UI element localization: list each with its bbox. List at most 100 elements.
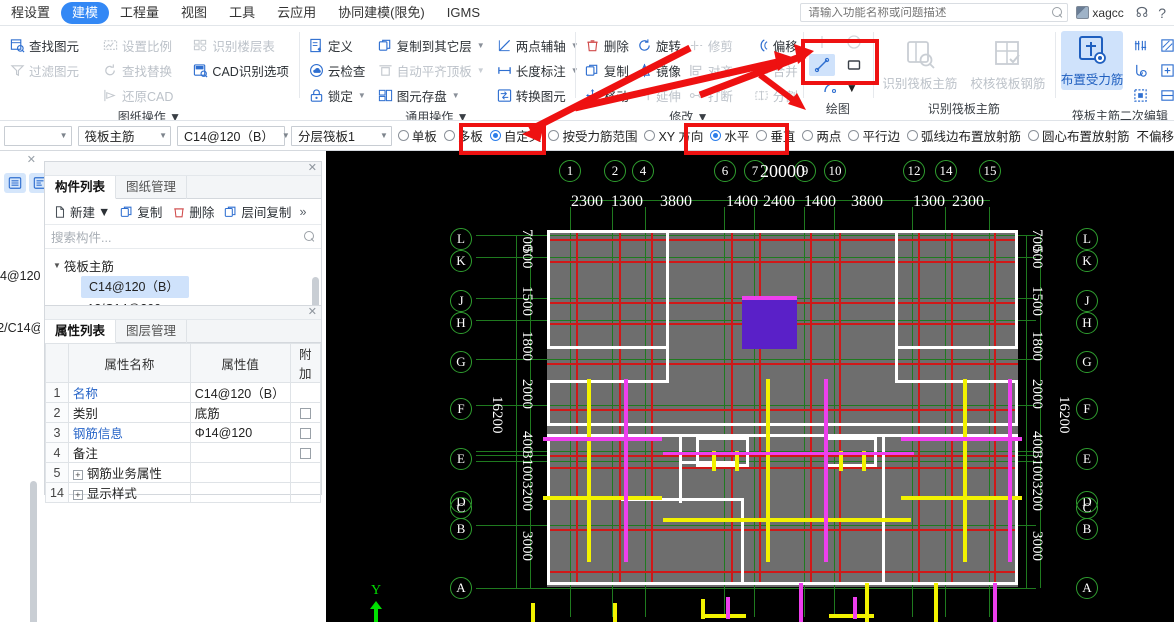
table-row[interactable]: 5 + 钢筋业务属性 [45, 462, 322, 483]
cmd-cloud-check[interactable]: 云检查 [305, 58, 370, 83]
chevron-down-icon[interactable]: ▼ [159, 131, 167, 140]
cmd-extend[interactable]: 延伸 [633, 83, 685, 108]
draw-tool-arc[interactable] [818, 77, 844, 99]
cmd-move[interactable]: 移动 [581, 83, 633, 108]
radio-parallel-edge[interactable]: 平行边 [848, 126, 900, 145]
cmd-rotate[interactable]: 旋转 [633, 33, 685, 58]
floor-combo[interactable]: ▼ [4, 125, 72, 146]
cmd-align[interactable]: 对齐 ▼ [685, 58, 750, 83]
question-mark-icon[interactable]: ? [1158, 5, 1166, 21]
cmd-merge[interactable]: 合并 [750, 58, 802, 83]
axis-bubble-right-4[interactable]: G [1076, 351, 1098, 373]
rebar-pair-icon[interactable] [1127, 33, 1153, 57]
draw-tool-point[interactable] [809, 31, 835, 53]
chevron-down-icon[interactable]: ▼ [477, 41, 485, 50]
menu-item-2[interactable]: 工程量 [109, 2, 170, 24]
cmd-cad-options[interactable]: CAD识别选项 [189, 58, 292, 83]
cmd-identify-raft-rebar[interactable]: 识别筏板主筋 [879, 35, 961, 94]
cmd-set-scale[interactable]: 设置比例 [99, 33, 177, 58]
tab-drawing-management[interactable]: 图纸管理 [116, 176, 188, 199]
layer-combo[interactable]: 分层筏板1 ▼ [291, 125, 392, 146]
axis-bubble-top-9[interactable]: 15 [979, 160, 1001, 182]
component-type-combo[interactable]: 筏板主筋 ▼ [77, 125, 171, 146]
cmd-mirror[interactable]: 镜像 [633, 58, 685, 83]
table-row[interactable]: 3 钢筋信息 Φ14@120 [45, 422, 322, 443]
cmd-lock[interactable]: 锁定 ▼ [305, 83, 370, 108]
dashed-box-icon[interactable] [1127, 83, 1153, 107]
axis-bubble-left-0[interactable]: L [450, 228, 472, 250]
cmd-two-point-axis[interactable]: 两点辅轴 ▼ [493, 33, 583, 58]
axis-bubble-right-2[interactable]: J [1076, 290, 1098, 312]
axis-bubble-top-0[interactable]: 1 [559, 160, 581, 182]
cmd-length-dim[interactable]: 长度标注 ▼ [493, 58, 583, 83]
axis-bubble-left-6[interactable]: E [450, 448, 472, 470]
cmd-split[interactable]: 分割 [750, 83, 802, 108]
axis-bubble-top-6[interactable]: 10 [824, 160, 846, 182]
axis-bubble-right-8[interactable]: C [1076, 497, 1098, 519]
table-row[interactable]: 14 + 显示样式 [45, 482, 322, 503]
tree-item-c14-120b[interactable]: C14@120（B） [81, 276, 189, 298]
chevron-down-icon[interactable]: ▼ [169, 110, 181, 120]
row-value[interactable] [189, 442, 291, 463]
menu-item-6[interactable]: 协同建模(限免) [327, 2, 436, 24]
ribbon-group-title[interactable]: 图纸操作 ▼ [6, 108, 293, 120]
radio-xy-direction[interactable]: XY 方向 [644, 126, 703, 145]
radio-two-point[interactable]: 两点 [802, 126, 841, 145]
draw-tool-circle[interactable] [841, 31, 867, 53]
radio-custom[interactable]: 自定义 [489, 126, 541, 145]
cmd-break[interactable]: 打断 [685, 83, 750, 108]
component-name-combo[interactable]: C14@120（B） ▼ [177, 125, 290, 146]
row-value[interactable]: C14@120（B） [189, 382, 291, 403]
menu-item-3[interactable]: 视图 [170, 2, 218, 24]
attach-checkbox[interactable] [299, 427, 311, 439]
axis-bubble-right-5[interactable]: F [1076, 398, 1098, 420]
chevron-down-icon[interactable]: ▼ [358, 91, 366, 100]
cmd-filter-element[interactable]: 过滤图元 [6, 58, 83, 83]
menu-item-0[interactable]: 程设置 [0, 2, 61, 24]
cmd-copy[interactable]: 复制 [581, 58, 633, 83]
cmd-trim[interactable]: 修剪 [685, 33, 750, 58]
axis-bubble-top-3[interactable]: 6 [714, 160, 736, 182]
rebar-query-icon[interactable] [1127, 58, 1153, 82]
axis-bubble-left-3[interactable]: H [450, 312, 472, 334]
expand-icon[interactable]: + [72, 490, 83, 500]
cmd-place-stress-rebar[interactable]: 布置受力筋 [1060, 31, 1124, 90]
radio-single-plate[interactable]: 单板 [397, 126, 437, 145]
cmd-restore-cad[interactable]: 还原CAD [99, 83, 177, 108]
tab-property-list[interactable]: 属性列表 [45, 320, 117, 343]
cmd-check-raft-rebar[interactable]: 校核筏板钢筋 [967, 35, 1049, 94]
row-value[interactable]: 底筋 [189, 402, 291, 423]
chevron-down-icon[interactable]: ▼ [477, 66, 485, 75]
selected-rebar-highlight[interactable] [742, 299, 797, 349]
menu-item-4[interactable]: 工具 [218, 2, 266, 24]
chevron-down-icon[interactable]: ▼ [60, 131, 68, 140]
tree-group-raft-rebar[interactable]: ▼ 筏板主筋 [45, 254, 321, 276]
copy-component-button[interactable]: 复制 [116, 200, 166, 223]
cmd-auto-align-top[interactable]: 自动平齐顶板 ▼ [374, 58, 489, 83]
axis-bubble-right-1[interactable]: K [1076, 250, 1098, 272]
row-value[interactable]: Φ14@120 [189, 422, 291, 443]
axis-bubble-left-2[interactable]: J [450, 290, 472, 312]
more-chevrons-icon[interactable]: » [297, 205, 308, 219]
attach-checkbox[interactable] [299, 447, 311, 459]
axis-bubble-left-1[interactable]: K [450, 250, 472, 272]
cmd-identify-floor-table[interactable]: 识别楼层表 [189, 33, 292, 58]
axis-bubble-left-8[interactable]: C [450, 497, 472, 519]
radio-horizontal[interactable]: 水平 [710, 126, 749, 145]
chevron-down-icon[interactable]: ▼ [380, 131, 388, 140]
axis-bubble-right-9[interactable]: B [1076, 518, 1098, 540]
close-icon[interactable]: ✕ [308, 161, 317, 175]
cmd-save-element[interactable]: 图元存盘 ▼ [374, 83, 489, 108]
radio-vertical[interactable]: 垂直 [756, 126, 795, 145]
inter-layer-copy-button[interactable]: 层间复制 [220, 200, 295, 223]
new-component-button[interactable]: 新建 ▼ [49, 200, 114, 223]
axis-bubble-left-9[interactable]: B [450, 518, 472, 540]
ribbon-group-title[interactable]: 通用操作 ▼ [305, 108, 569, 120]
chat-bubble-icon[interactable]: ☊ [1136, 4, 1148, 21]
chevron-down-icon[interactable]: ▼ [738, 66, 746, 75]
menu-item-7[interactable]: IGMS [436, 2, 491, 24]
global-search[interactable] [800, 3, 1069, 22]
axis-bubble-top-7[interactable]: 12 [903, 160, 925, 182]
list-view-icon[interactable] [4, 173, 26, 193]
cmd-define[interactable]: 定义 [305, 33, 370, 58]
